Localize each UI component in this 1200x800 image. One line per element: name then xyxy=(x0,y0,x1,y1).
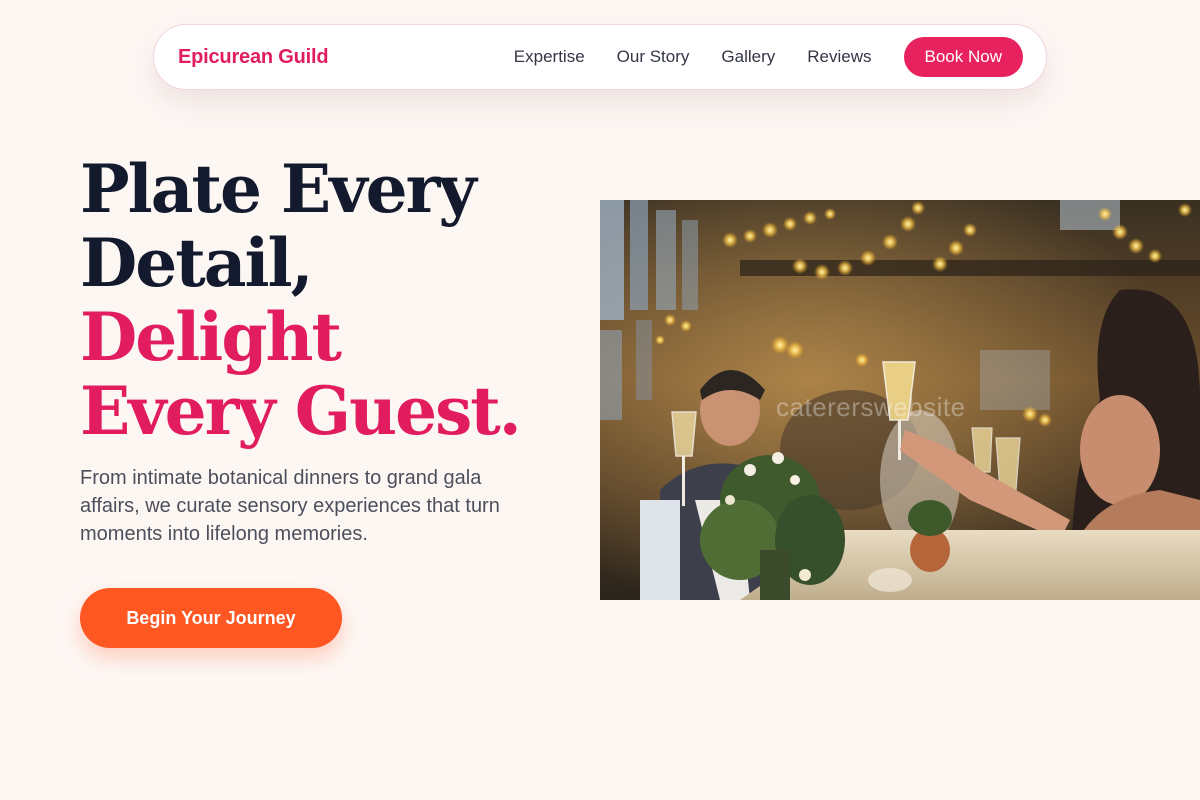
nav-link-our-story[interactable]: Our Story xyxy=(617,47,690,67)
navbar: Epicurean Guild Expertise Our Story Gall… xyxy=(153,24,1047,90)
hero-title-line-1: Plate Every xyxy=(80,150,477,228)
hero-title: Plate Every Detail, Delight Every Guest. xyxy=(80,152,560,448)
hero-title-accent-line-2: Every Guest. xyxy=(80,372,522,450)
nav-link-expertise[interactable]: Expertise xyxy=(514,47,585,67)
hero-title-accent-line-1: Delight xyxy=(80,298,342,376)
image-watermark: catererswebsite xyxy=(776,392,966,422)
nav-link-reviews[interactable]: Reviews xyxy=(807,47,871,67)
hero-subtitle: From intimate botanical dinners to grand… xyxy=(80,467,500,545)
nav-link-gallery[interactable]: Gallery xyxy=(721,47,775,67)
hero-event-photo: catererswebsite xyxy=(600,200,1200,600)
nav-links: Expertise Our Story Gallery Reviews Book… xyxy=(514,37,1023,77)
brand-logo[interactable]: Epicurean Guild xyxy=(178,46,329,69)
book-now-button[interactable]: Book Now xyxy=(903,37,1023,77)
begin-journey-button[interactable]: Begin Your Journey xyxy=(80,588,342,648)
hero-title-line-2: Detail, xyxy=(80,224,314,302)
